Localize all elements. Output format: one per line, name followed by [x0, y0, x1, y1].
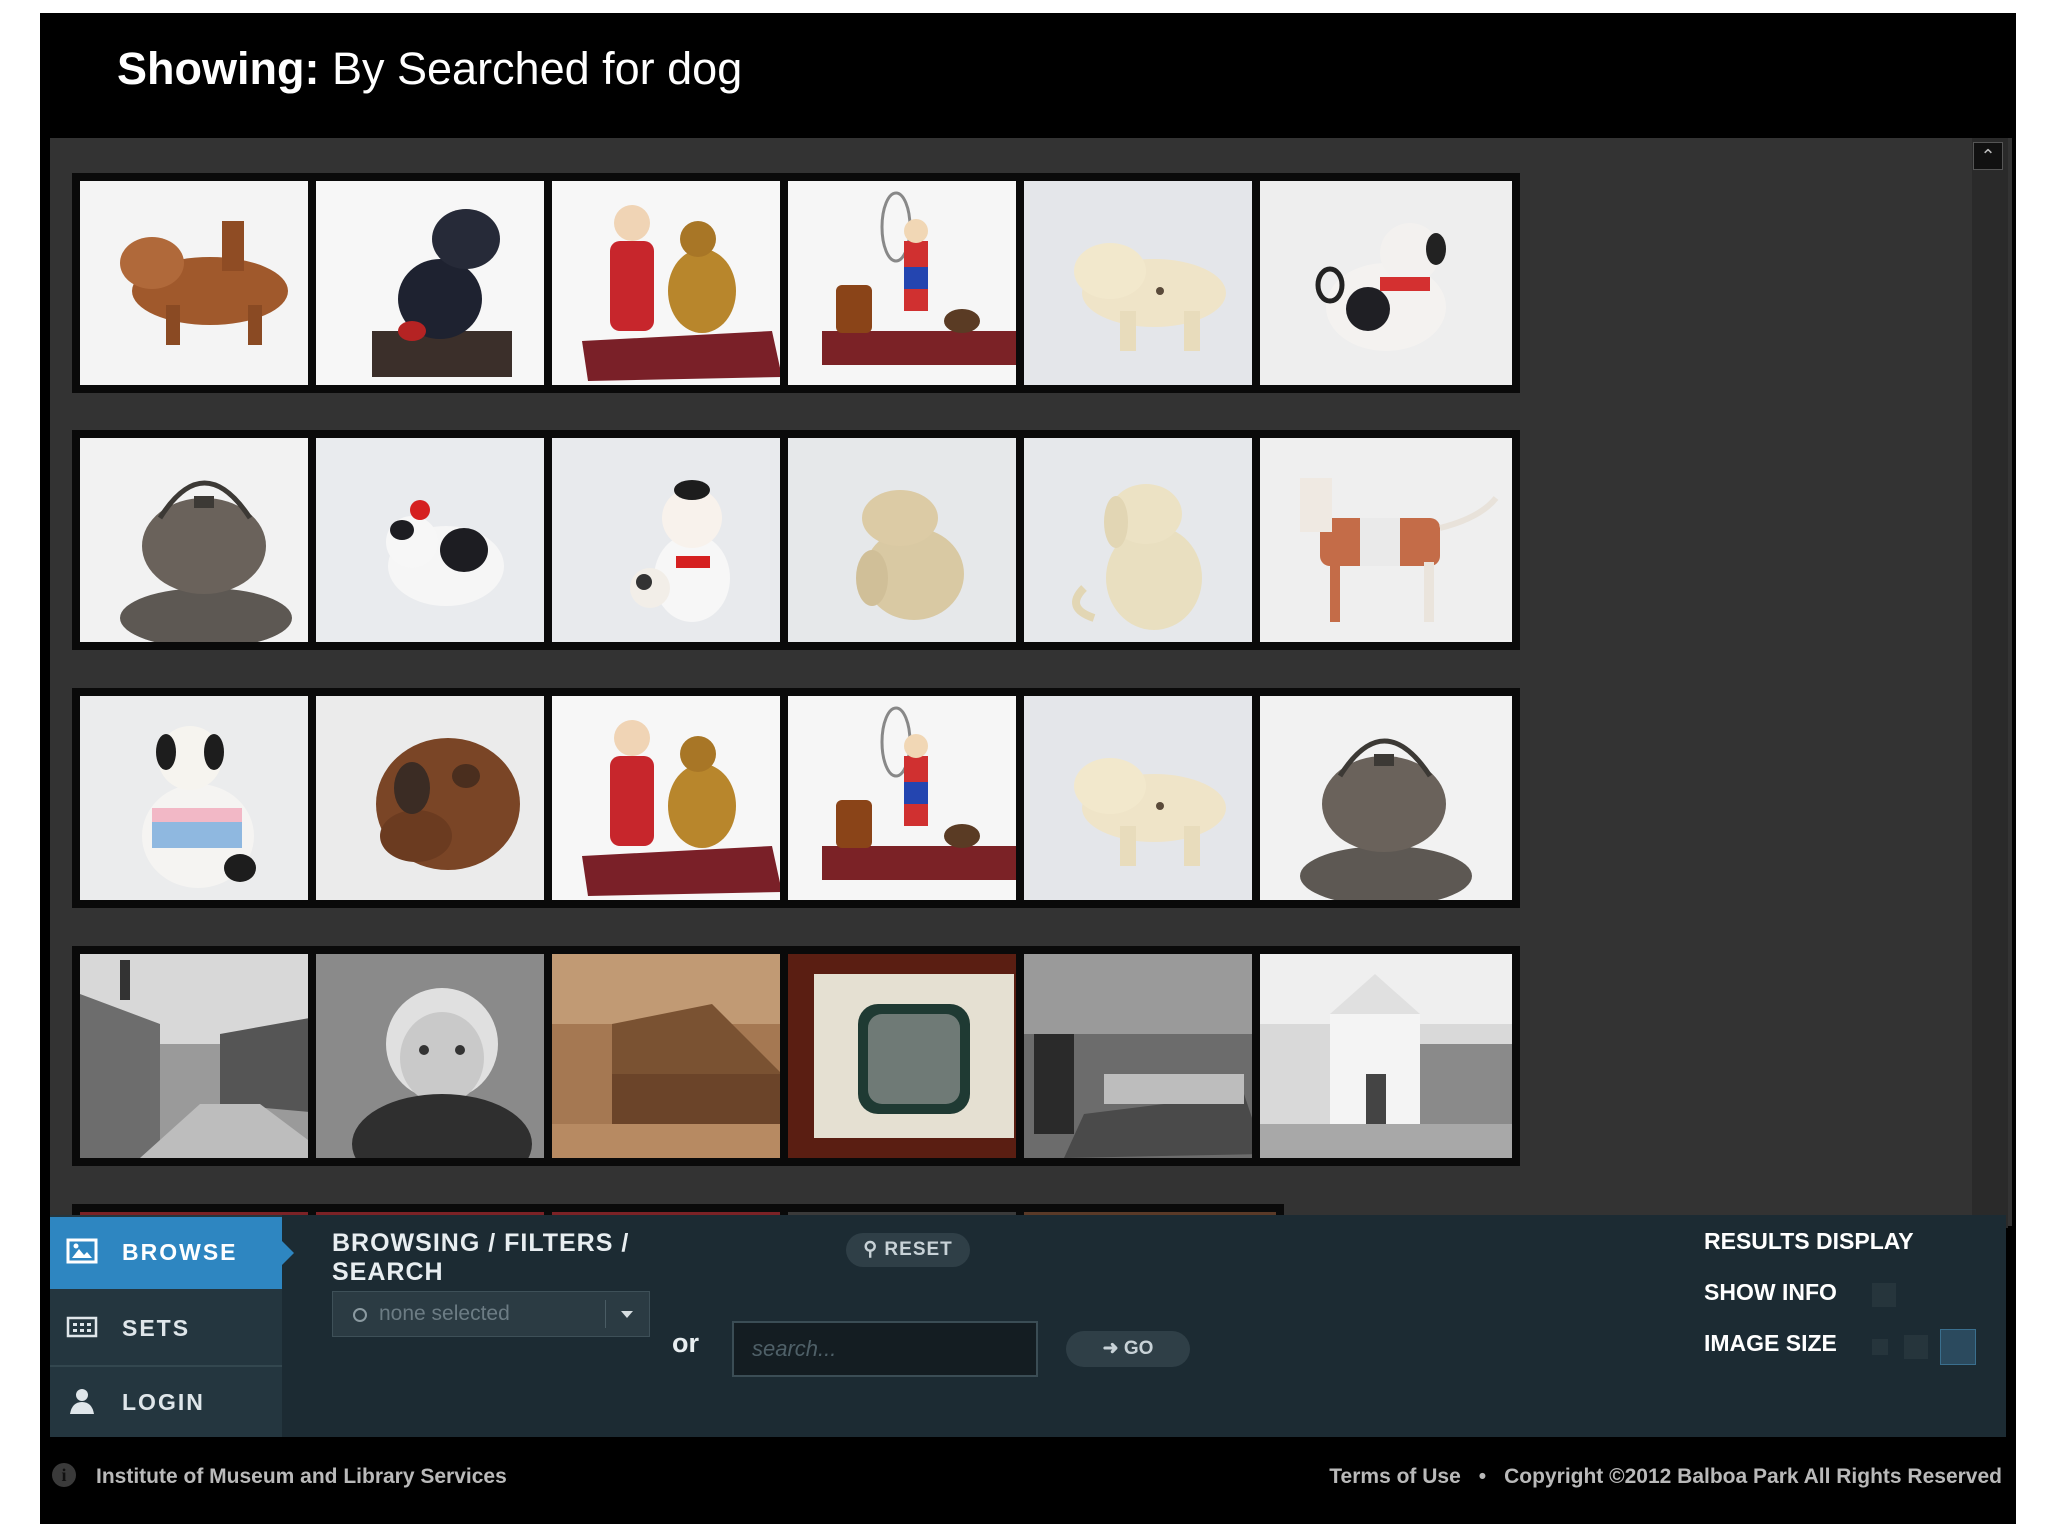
- show-info-toggle[interactable]: [1872, 1283, 1896, 1307]
- result-thumbnail[interactable]: [1016, 688, 1284, 908]
- search-query-text: By Searched for dog: [331, 43, 743, 94]
- seated-clay-dog-image: [788, 438, 1040, 642]
- result-thumbnail[interactable]: [72, 688, 340, 908]
- filters-heading-line2: SEARCH: [332, 1258, 444, 1286]
- search-input[interactable]: [732, 1321, 1038, 1377]
- girl-and-dog-bank-image: [552, 696, 804, 900]
- result-thumbnail[interactable]: [1252, 173, 1520, 393]
- show-info-label: SHOW INFO: [1704, 1279, 1837, 1305]
- select-divider: [605, 1300, 606, 1328]
- result-thumbnail[interactable]: [72, 430, 340, 650]
- footer-links: Terms of Use • Copyright ©2012 Balboa Park…: [1329, 1465, 2002, 1489]
- result-thumbnail[interactable]: [780, 946, 1048, 1166]
- grid-icon: [66, 1316, 98, 1338]
- iron-teapot-image: [1260, 696, 1512, 900]
- filter-select[interactable]: none selected: [332, 1291, 650, 1337]
- result-thumbnail[interactable]: [1016, 946, 1284, 1166]
- filter-select-value: none selected: [379, 1302, 510, 1325]
- result-thumbnail[interactable]: [308, 173, 576, 393]
- result-thumbnail[interactable]: [308, 688, 576, 908]
- market-scene-photo-image: [1024, 954, 1276, 1158]
- chevron-down-icon: [621, 1311, 633, 1318]
- search-icon: ⚲: [863, 1239, 879, 1260]
- result-thumbnail[interactable]: [72, 946, 340, 1166]
- result-thumbnail[interactable]: [308, 946, 576, 1166]
- reset-label: RESET: [884, 1239, 953, 1260]
- result-thumbnail[interactable]: [544, 946, 812, 1166]
- porcelain-dog-figurine-image: [80, 696, 332, 900]
- or-label: or: [672, 1328, 699, 1358]
- nav-item-login[interactable]: LOGIN: [50, 1367, 282, 1439]
- user-icon: [70, 1389, 94, 1414]
- info-icon[interactable]: i: [52, 1463, 76, 1487]
- result-thumbnail[interactable]: [780, 688, 1048, 908]
- showing-label: Showing:: [117, 43, 320, 94]
- painted-toy-dog-image: [1260, 181, 1512, 385]
- chevron-up-icon[interactable]: ⌃: [1973, 142, 2003, 170]
- result-thumbnail[interactable]: [1252, 430, 1520, 650]
- clown-and-dog-bank-image: [788, 181, 1040, 385]
- painted-wooden-dog-image: [1260, 438, 1512, 642]
- framed-daguerreotype-image: [788, 954, 1040, 1158]
- mission-church-photo-image: [1260, 954, 1512, 1158]
- result-thumbnail[interactable]: [1252, 946, 1520, 1166]
- spotted-toy-dog-image: [316, 438, 568, 642]
- arrow-right-icon: ➜: [1102, 1338, 1119, 1359]
- result-thumbnail[interactable]: [1016, 430, 1284, 650]
- image-size-large-button[interactable]: [1940, 1329, 1976, 1365]
- result-thumbnail[interactable]: [780, 430, 1048, 650]
- nav-sets-label: SETS: [122, 1315, 191, 1341]
- header: Showing: By Searched for dog: [40, 13, 2016, 138]
- image-size-small-button[interactable]: [1872, 1339, 1888, 1355]
- page-title: Showing: By Searched for dog: [117, 43, 742, 95]
- result-thumbnail[interactable]: [72, 173, 340, 393]
- carved-wooden-dog-head-image: [316, 696, 568, 900]
- result-thumbnail[interactable]: [780, 173, 1048, 393]
- nav-item-browse[interactable]: BROWSE: [50, 1217, 294, 1289]
- reset-button[interactable]: ⚲ RESET: [846, 1233, 970, 1267]
- child-portrait-photo-image: [316, 954, 568, 1158]
- result-thumbnail[interactable]: [544, 688, 812, 908]
- result-thumbnail[interactable]: [1252, 688, 1520, 908]
- results-gallery: [50, 138, 2012, 1226]
- gallery-scrollbar[interactable]: [1972, 138, 2008, 1228]
- sepia-cabin-photo-image: [552, 954, 804, 1158]
- girl-and-dog-bank-image: [552, 181, 804, 385]
- cast-iron-dog-bank-image: [316, 181, 568, 385]
- ceramic-sitting-dog-image: [1024, 438, 1276, 642]
- nav-login-label: LOGIN: [122, 1389, 205, 1415]
- nav-browse-label: BROWSE: [122, 1239, 238, 1265]
- result-thumbnail[interactable]: [1016, 173, 1284, 393]
- ceramic-dog-figure-image: [1024, 696, 1276, 900]
- nav-item-sets[interactable]: SETS: [50, 1293, 282, 1367]
- image-size-label: IMAGE SIZE: [1704, 1330, 1837, 1356]
- result-thumbnail[interactable]: [544, 430, 812, 650]
- clay-dog-vessel-image: [80, 181, 332, 385]
- filters-heading-line1: BROWSING / FILTERS /: [332, 1229, 630, 1257]
- app-frame: Showing: By Searched for dog ⌃ BROWSE SE…: [40, 13, 2016, 1524]
- copyright-text: Copyright ©2012 Balboa Park All Rights R…: [1504, 1465, 2002, 1488]
- footer-sponsor-text: Institute of Museum and Library Services: [96, 1465, 507, 1488]
- ceramic-dog-figure-image: [1024, 181, 1276, 385]
- result-thumbnail[interactable]: [308, 430, 576, 650]
- go-button[interactable]: ➜ GO: [1066, 1331, 1190, 1367]
- iron-teapot-image: [80, 438, 332, 642]
- footer-bullet: •: [1478, 1465, 1487, 1488]
- historic-street-photo-image: [80, 954, 332, 1158]
- results-display-title: RESULTS DISPLAY: [1704, 1228, 1914, 1254]
- control-panel: BROWSE SETS LOGIN BROWSING / FILTERS / SE…: [50, 1215, 2006, 1437]
- side-nav: BROWSE SETS LOGIN: [50, 1215, 294, 1439]
- terms-of-use-link[interactable]: Terms of Use: [1329, 1465, 1461, 1488]
- result-thumbnail[interactable]: [544, 173, 812, 393]
- child-with-dog-figurine-image: [552, 438, 804, 642]
- footer: i Institute of Museum and Library Servic…: [40, 1437, 2016, 1524]
- clown-and-dog-bank-image: [788, 696, 1040, 900]
- image-size-medium-button[interactable]: [1904, 1335, 1928, 1359]
- go-label: GO: [1123, 1338, 1154, 1359]
- circle-icon: [353, 1308, 367, 1322]
- filters-heading: BROWSING / FILTERS / SEARCH: [332, 1229, 629, 1287]
- image-icon: [66, 1238, 98, 1264]
